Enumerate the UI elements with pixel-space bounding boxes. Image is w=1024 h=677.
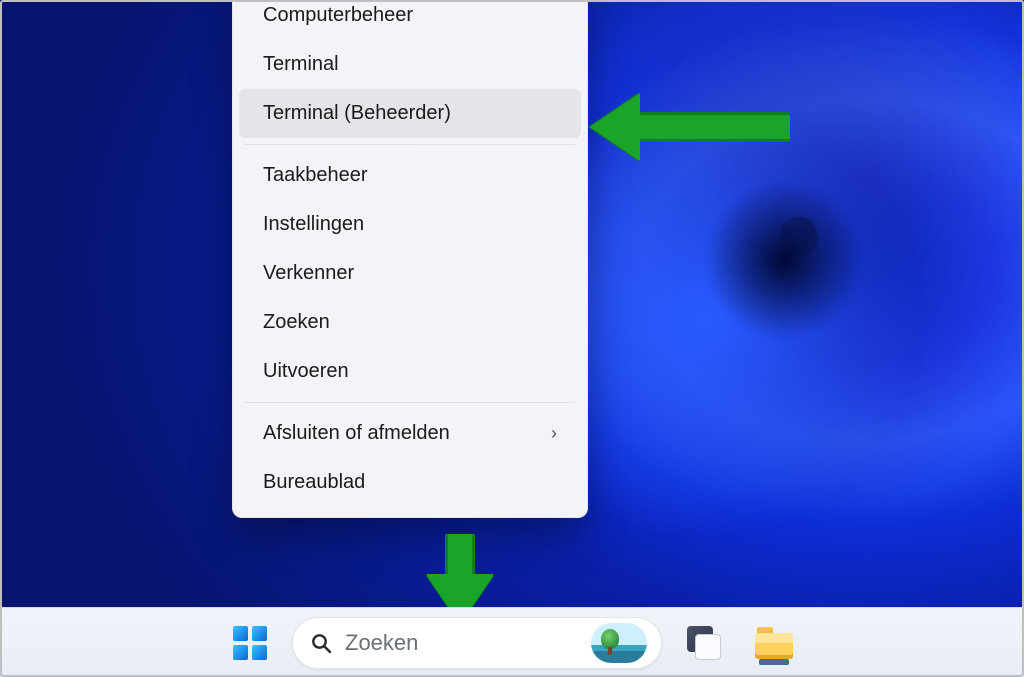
annotation-arrow-terminal-admin (590, 93, 790, 161)
menu-item-label: Computerbeheer (263, 4, 413, 27)
search-icon (309, 631, 333, 655)
task-view-button[interactable] (676, 617, 732, 669)
taskbar: Zoeken (0, 607, 1024, 677)
menu-item-label: Instellingen (263, 213, 364, 236)
menu-separator (245, 144, 575, 145)
tree-icon (601, 629, 619, 655)
chevron-right-icon: › (551, 423, 557, 444)
menu-item-label: Terminal (263, 53, 339, 76)
menu-item-label: Taakbeheer (263, 164, 368, 187)
winx-item-terminal-beheerder[interactable]: Terminal (Beheerder) (239, 89, 581, 138)
wallpaper-decoration (704, 180, 864, 340)
search-placeholder: Zoeken (345, 630, 418, 656)
search-highlights-thumbnail[interactable] (591, 623, 647, 663)
winx-item-bureaublad[interactable]: Bureaublad (239, 458, 581, 507)
file-explorer-button[interactable] (746, 617, 802, 669)
winx-item-afsluiten-of-afmelden[interactable]: Afsluiten of afmelden › (239, 409, 581, 458)
winx-item-uitvoeren[interactable]: Uitvoeren (239, 347, 581, 396)
winx-item-terminal[interactable]: Terminal (239, 40, 581, 89)
winx-item-instellingen[interactable]: Instellingen (239, 200, 581, 249)
menu-item-label: Terminal (Beheerder) (263, 102, 451, 125)
winx-item-taakbeheer[interactable]: Taakbeheer (239, 151, 581, 200)
winx-item-zoeken[interactable]: Zoeken (239, 298, 581, 347)
menu-item-label: Verkenner (263, 262, 354, 285)
task-view-icon (687, 626, 721, 660)
taskbar-search[interactable]: Zoeken (292, 617, 662, 669)
winx-item-verkenner[interactable]: Verkenner (239, 249, 581, 298)
menu-separator (245, 402, 575, 403)
menu-item-label: Zoeken (263, 311, 330, 334)
windows-logo-icon (233, 626, 267, 660)
start-button[interactable] (222, 617, 278, 669)
winx-context-menu: Computerbeheer Terminal Terminal (Beheerde… (232, 0, 588, 518)
menu-item-label: Afsluiten of afmelden (263, 422, 450, 445)
winx-item-computerbeheer[interactable]: Computerbeheer (239, 0, 581, 40)
menu-item-label: Bureaublad (263, 471, 365, 494)
menu-item-label: Uitvoeren (263, 360, 349, 383)
file-explorer-icon (755, 627, 793, 659)
